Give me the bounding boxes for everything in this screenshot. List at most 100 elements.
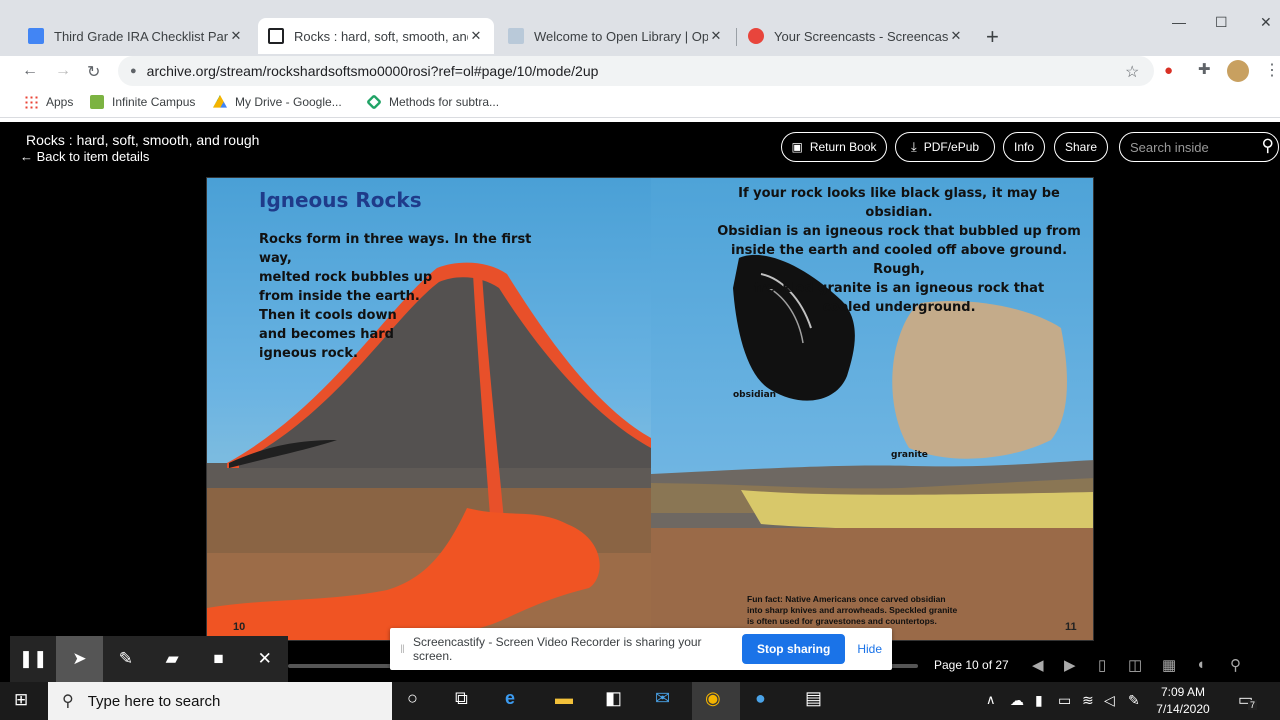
google-drive-icon — [213, 95, 227, 108]
drag-handle-icon[interactable]: ‖ — [400, 642, 405, 656]
right-page-paragraph: If your rock looks like black glass, it … — [717, 186, 1081, 315]
forward-arrow-icon[interactable]: → — [55, 62, 71, 80]
granite-label: granite — [891, 450, 928, 460]
read-aloud-icon[interactable]: ◖ — [1196, 656, 1205, 673]
notification-count-badge: 7 — [1248, 700, 1258, 710]
search-inside-input[interactable]: Search inside ⚲ — [1119, 132, 1279, 162]
maximize-button[interactable]: ☐ — [1215, 14, 1228, 31]
screencastify-toolbar: ❚❚ ➤ ✎ ▰ ■ ✕ — [10, 636, 288, 682]
book-icon: ▣ — [791, 140, 803, 154]
close-tab-icon[interactable]: ✕ — [228, 28, 244, 44]
share-button[interactable]: Share — [1054, 132, 1108, 162]
lock-icon: ● — [130, 65, 137, 77]
close-tab-icon[interactable]: ✕ — [708, 28, 724, 44]
file-explorer-icon[interactable]: ▬ — [555, 688, 573, 709]
task-view-icon[interactable]: ⧉ — [455, 688, 468, 709]
cortana-icon[interactable]: ○ — [407, 688, 418, 709]
store-icon[interactable]: ◧ — [605, 688, 622, 709]
page-number-right: 11 — [1065, 621, 1077, 633]
openlibrary-icon — [508, 28, 524, 44]
back-arrow-icon[interactable]: ← — [22, 62, 38, 80]
menu-kebab-icon[interactable]: ⋮ — [1264, 60, 1280, 80]
pause-icon[interactable]: ❚❚ — [10, 636, 56, 682]
reload-icon[interactable]: ↻ — [87, 62, 100, 82]
one-page-view-icon[interactable]: ▯ — [1098, 656, 1106, 674]
docs-icon — [28, 28, 44, 44]
document-icon[interactable]: ▤ — [805, 688, 822, 709]
browser-chrome: Third Grade IRA Checklist Part 2 ✕ Rocks… — [0, 0, 1280, 122]
close-window-button[interactable]: ✕ — [1260, 14, 1272, 31]
two-page-view-icon[interactable]: ◫ — [1128, 656, 1142, 674]
book-page-left: Igneous Rocks Rocks form in three ways. … — [207, 178, 651, 640]
minimize-button[interactable]: — — [1172, 14, 1186, 30]
taskbar-clock[interactable]: 7:09 AM 7/14/2020 — [1148, 684, 1218, 718]
omnibar: ← → ↻ ● archive.org/stream/rockshardsoft… — [0, 56, 1280, 88]
stop-sharing-button[interactable]: Stop sharing — [741, 634, 846, 664]
usb-icon[interactable]: ▮ — [1035, 692, 1043, 709]
prev-page-icon[interactable]: ◀ — [1032, 656, 1044, 674]
info-button[interactable]: Info — [1003, 132, 1045, 162]
pdf-epub-button[interactable]: ⤓ PDF/ePub — [895, 132, 995, 162]
page-heading: Igneous Rocks — [259, 188, 422, 212]
wifi-icon[interactable]: ≋ — [1082, 692, 1094, 709]
tab-open-library[interactable]: Welcome to Open Library | Open ✕ — [498, 20, 734, 52]
tab-ira-checklist[interactable]: Third Grade IRA Checklist Part 2 ✕ — [18, 20, 254, 52]
chat-icon[interactable]: ● — [755, 688, 766, 709]
screencastify-icon — [748, 28, 764, 44]
book-title: Rocks : hard, soft, smooth, and rough — [26, 132, 260, 148]
download-icon: ⤓ — [910, 139, 917, 154]
cursor-icon[interactable]: ➤ — [56, 636, 103, 682]
bookmark-methods-subtraction[interactable]: Methods for subtra... — [366, 94, 499, 110]
book-page-right: If your rock looks like black glass, it … — [651, 178, 1093, 640]
tab-rocks-book[interactable]: Rocks : hard, soft, smooth, and rc ✕ — [258, 18, 494, 54]
address-bar[interactable]: ● archive.org/stream/rockshardsoftsmo000… — [118, 56, 1154, 86]
page-indicator: Page 10 of 27 — [934, 658, 1009, 672]
bookmarks-bar: Apps Infinite Campus My Drive - Google..… — [0, 88, 1280, 118]
screen-sharing-bar: ‖ Screencastify - Screen Video Recorder … — [390, 628, 892, 670]
chrome-icon: ◉ — [705, 688, 721, 708]
close-toolbar-icon[interactable]: ✕ — [242, 636, 288, 682]
tab-separator — [736, 28, 737, 46]
obsidian-label: obsidian — [733, 390, 777, 400]
hide-button[interactable]: Hide — [857, 642, 882, 656]
profile-avatar[interactable] — [1227, 60, 1249, 82]
search-icon: ⚲ — [62, 693, 74, 710]
search-icon[interactable]: ⚲ — [1262, 136, 1274, 156]
back-to-item-link[interactable]: ← Back to item details — [20, 149, 149, 164]
camera-icon[interactable]: ■ — [195, 636, 241, 682]
edge-icon[interactable]: e — [505, 688, 515, 709]
show-hidden-icons-icon[interactable]: ∧ — [986, 692, 996, 708]
bookmark-my-drive[interactable]: My Drive - Google... — [213, 95, 342, 109]
thumbnail-view-icon[interactable]: ▦ — [1162, 656, 1176, 674]
taskbar-search-box[interactable]: ⚲ Type here to search — [48, 682, 392, 720]
next-page-icon[interactable]: ▶ — [1064, 656, 1076, 674]
screencastify-extension-icon[interactable]: ● — [1164, 62, 1173, 79]
volume-icon[interactable]: ◁ — [1104, 692, 1115, 709]
extensions-puzzle-icon[interactable]: ✚ — [1198, 60, 1211, 78]
book-reader: Rocks : hard, soft, smooth, and rough ← … — [10, 122, 1280, 682]
left-page-paragraph: Rocks form in three ways. In the first w… — [259, 232, 532, 361]
bookmark-apps[interactable]: Apps — [24, 95, 73, 109]
mail-icon[interactable]: ✉ — [655, 688, 670, 709]
zoom-icon[interactable]: ⚲ — [1230, 656, 1241, 674]
bookmark-star-icon[interactable]: ☆ — [1125, 62, 1139, 82]
onedrive-icon[interactable]: ☁ — [1010, 692, 1024, 709]
windows-taskbar: ⊞ ⚲ Type here to search ○ ⧉ e ▬ ◧ ✉ ◉ ● … — [0, 682, 1280, 720]
archive-icon — [268, 28, 284, 44]
apps-grid-icon — [24, 95, 38, 109]
infinite-campus-icon — [90, 95, 104, 109]
bookmark-infinite-campus[interactable]: Infinite Campus — [90, 95, 195, 109]
return-book-button[interactable]: ▣ Return Book — [781, 132, 887, 162]
fun-fact-text: Fun fact: Native Americans once carved o… — [747, 594, 958, 626]
book-spread: Igneous Rocks Rocks form in three ways. … — [206, 177, 1094, 641]
close-tab-icon[interactable]: ✕ — [948, 28, 964, 44]
pen-icon[interactable]: ✎ — [103, 636, 149, 682]
tab-strip: Third Grade IRA Checklist Part 2 ✕ Rocks… — [0, 0, 1280, 56]
eraser-icon[interactable]: ▰ — [149, 636, 195, 682]
new-tab-button[interactable]: + — [986, 24, 999, 50]
battery-icon[interactable]: ▭ — [1058, 692, 1071, 709]
pen-workspace-icon[interactable]: ✎ — [1128, 692, 1140, 709]
close-tab-icon[interactable]: ✕ — [468, 28, 484, 44]
windows-start-icon[interactable]: ⊞ — [14, 690, 28, 710]
tab-screencastify[interactable]: Your Screencasts - Screencastify ✕ — [738, 20, 974, 52]
